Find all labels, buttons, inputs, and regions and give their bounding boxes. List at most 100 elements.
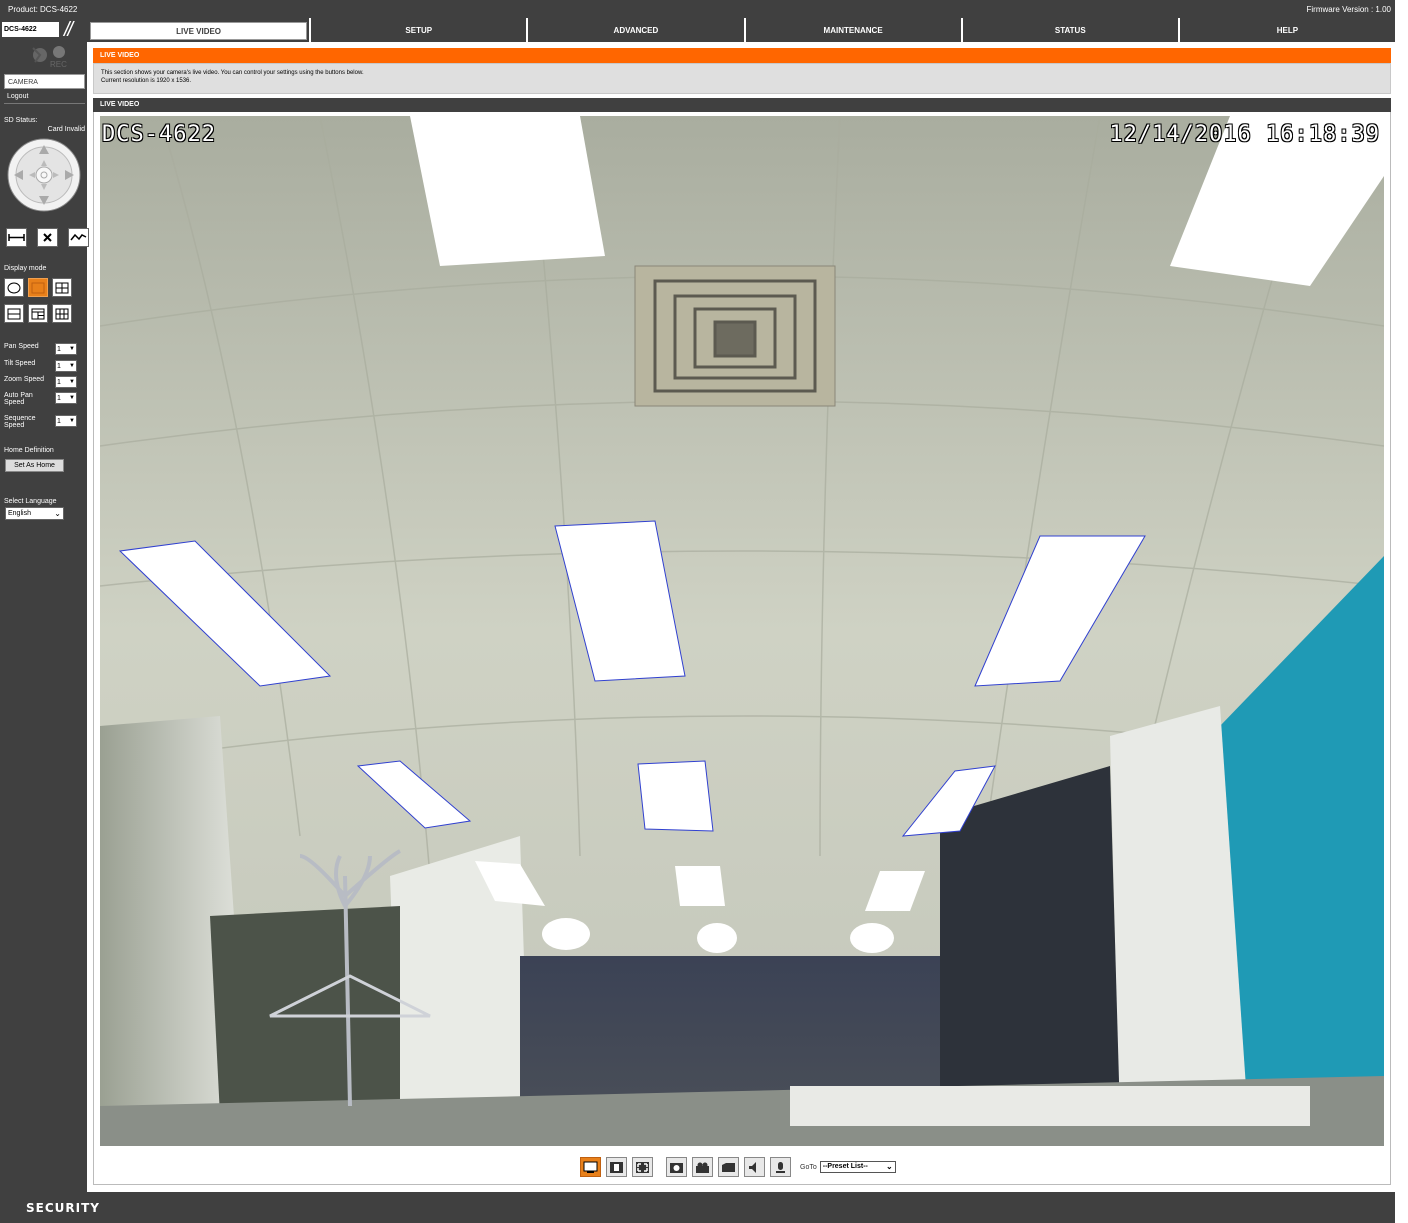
snapshot-button[interactable]	[666, 1157, 687, 1177]
tab-maintenance[interactable]: MAINTENANCE	[743, 18, 961, 42]
display-mode-split-button[interactable]	[28, 304, 48, 323]
sidebar-item-camera[interactable]: CAMERA	[4, 74, 85, 89]
storage-folder-icon	[722, 1162, 735, 1172]
pan-speed-value: 1	[57, 346, 61, 353]
display-mode-quad-button[interactable]	[52, 278, 72, 297]
pan-speed-select[interactable]: 1 ▼	[55, 343, 77, 355]
ptz-mode-buttons	[6, 228, 89, 247]
quad-view-icon	[55, 282, 69, 293]
sequence-speed-label: Sequence Speed	[4, 415, 36, 429]
grid-view-icon	[55, 308, 69, 319]
live-video-feed[interactable]: DCS-4622 12/14/2016 16:18:39	[100, 116, 1384, 1146]
set-as-home-button[interactable]: Set As Home	[5, 459, 64, 472]
language-select[interactable]: English ⌄	[5, 507, 64, 520]
auto-pan-button[interactable]	[6, 228, 27, 247]
home-definition-label: Home Definition	[4, 447, 54, 454]
display-mode-single-button[interactable]	[28, 278, 48, 297]
model-logo-area: DCS-4622 //	[0, 18, 90, 42]
fit-view-icon	[583, 1161, 598, 1173]
video-toolbar: GoTo --Preset List-- ⌄	[580, 1157, 896, 1177]
display-mode-fisheye-button[interactable]	[4, 278, 24, 297]
sequence-speed-value: 1	[57, 418, 61, 425]
model-box: DCS-4622	[2, 22, 59, 37]
microphone-button[interactable]	[770, 1157, 791, 1177]
zoom-speed-label: Zoom Speed	[4, 376, 45, 383]
display-mode-row-1	[4, 278, 72, 297]
chevron-down-icon: ⌄	[886, 1162, 893, 1171]
pan-speed-label: Pan Speed	[4, 343, 39, 350]
display-mode-label: Display mode	[4, 265, 47, 272]
language-value: English	[8, 510, 31, 517]
zoom-speed-select[interactable]: 1 ▼	[55, 376, 77, 388]
single-view-icon	[31, 282, 45, 293]
sequence-speed-select[interactable]: 1 ▼	[55, 415, 77, 427]
tab-live-video[interactable]: LIVE VIDEO	[90, 22, 308, 40]
chevron-down-icon: ▼	[69, 379, 75, 385]
sequence-icon	[70, 233, 87, 241]
tab-advanced[interactable]: ADVANCED	[526, 18, 743, 42]
camera-image	[100, 116, 1384, 1146]
chevron-down-icon: ▼	[69, 395, 75, 401]
chevron-down-icon: ⌄	[54, 509, 61, 518]
top-info-bar: Product: DCS-4622 Firmware Version : 1.0…	[0, 0, 1395, 18]
product-label: Product: DCS-4622	[8, 5, 78, 14]
microphone-icon	[776, 1161, 785, 1173]
section-description: This section shows your camera's live vi…	[93, 63, 1391, 94]
full-screen-icon	[636, 1161, 649, 1173]
camera-logo-icon: REC	[32, 46, 67, 69]
panorama-icon	[7, 308, 21, 319]
zoom-speed-value: 1	[57, 379, 61, 386]
preset-list-select[interactable]: --Preset List-- ⌄	[819, 1161, 896, 1173]
tab-status[interactable]: STATUS	[960, 18, 1178, 42]
chevron-down-icon: ▼	[69, 363, 75, 369]
brand-text: REC	[50, 60, 67, 69]
osd-camera-name: DCS-4622	[102, 122, 216, 147]
storage-folder-button[interactable]	[718, 1157, 739, 1177]
ptz-control-pad[interactable]	[7, 138, 81, 212]
record-button[interactable]	[692, 1157, 713, 1177]
stop-button[interactable]	[37, 228, 58, 247]
sd-status-value: Card Invalid	[47, 126, 85, 133]
auto-pan-speed-select[interactable]: 1 ▼	[55, 392, 77, 404]
full-size-icon	[610, 1161, 623, 1173]
sidebar-item-logout[interactable]: Logout	[4, 92, 85, 104]
brand-slashes: //	[64, 19, 73, 41]
speaker-button[interactable]	[744, 1157, 765, 1177]
fit-view-button[interactable]	[580, 1157, 601, 1177]
display-mode-panorama-button[interactable]	[4, 304, 24, 323]
main-nav: LIVE VIDEO SETUP ADVANCED MAINTENANCE ST…	[90, 18, 1395, 42]
description-line-2: Current resolution is 1920 x 1536.	[101, 78, 192, 84]
auto-pan-speed-label: Auto Pan Speed	[4, 392, 33, 406]
description-line-1: This section shows your camera's live vi…	[101, 70, 364, 76]
record-icon	[696, 1162, 709, 1173]
split-view-icon	[31, 308, 45, 319]
speaker-icon	[749, 1161, 756, 1173]
sidebar: REC CAMERA Logout SD Status: Card Invali…	[0, 42, 89, 1192]
fisheye-icon	[7, 282, 21, 293]
display-mode-row-2	[4, 304, 72, 323]
auto-pan-speed-value: 1	[57, 395, 61, 402]
footer-security: SECURITY	[0, 1192, 1395, 1223]
tilt-speed-value: 1	[57, 363, 61, 370]
chevron-down-icon: ▼	[69, 418, 75, 424]
section-title: LIVE VIDEO	[93, 48, 1391, 63]
display-mode-grid-button[interactable]	[52, 304, 72, 323]
snapshot-icon	[670, 1162, 683, 1173]
sd-status-label: SD Status:	[4, 117, 38, 124]
ptz-home-icon[interactable]	[35, 166, 53, 184]
tab-help[interactable]: HELP	[1177, 18, 1395, 42]
tilt-speed-select[interactable]: 1 ▼	[55, 360, 77, 372]
goto-label: GoTo	[800, 1163, 817, 1171]
select-language-label: Select Language	[4, 498, 57, 505]
tilt-speed-label: Tilt Speed	[4, 360, 36, 367]
air-vent	[634, 265, 836, 407]
camera-web-ui: Product: DCS-4622 Firmware Version : 1.0…	[0, 0, 1408, 1223]
sequence-button[interactable]	[68, 228, 89, 247]
osd-timestamp: 12/14/2016 16:18:39	[1109, 122, 1380, 147]
firmware-version: Firmware Version : 1.00	[1306, 5, 1391, 14]
stop-icon	[43, 233, 52, 242]
tab-setup[interactable]: SETUP	[309, 18, 526, 42]
preset-list-value: --Preset List--	[822, 1163, 868, 1170]
full-screen-button[interactable]	[632, 1157, 653, 1177]
full-size-button[interactable]	[606, 1157, 627, 1177]
